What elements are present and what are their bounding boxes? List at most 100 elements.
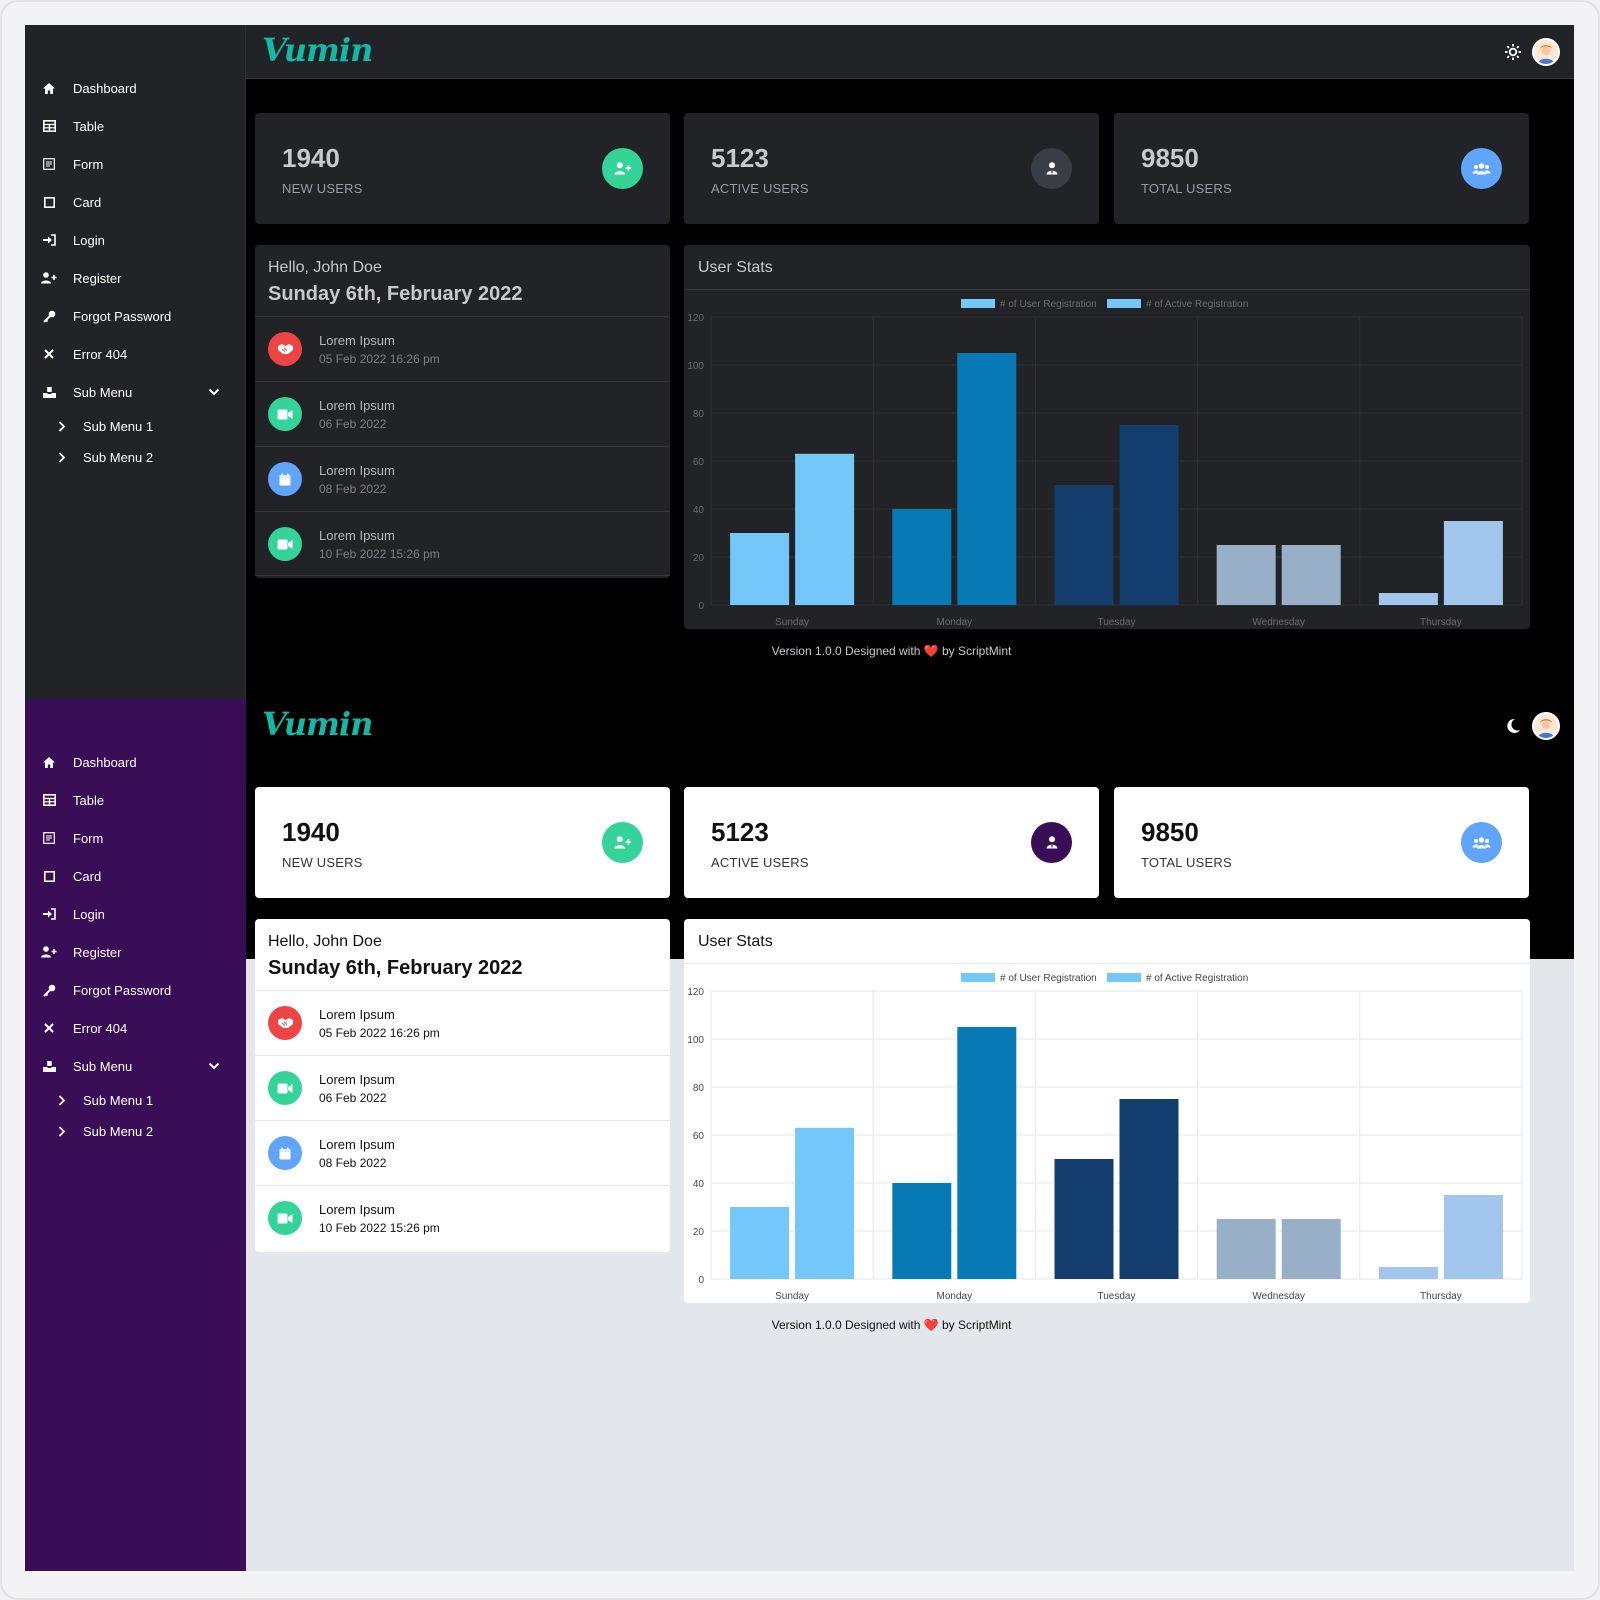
sidebar-item-card[interactable]: Card <box>25 857 246 895</box>
user-stats-chart: # of User Registration # of Active Regist… <box>687 299 1523 628</box>
login-icon <box>41 906 57 922</box>
sidebar-item-forgot-password[interactable]: Forgot Password <box>25 971 246 1009</box>
sidebar-item-table[interactable]: Table <box>25 107 246 145</box>
list-item[interactable]: Lorem Ipsum 06 Feb 2022 <box>255 381 670 446</box>
chart-bar <box>1443 1195 1503 1279</box>
avatar[interactable] <box>1532 38 1560 66</box>
sidebar-item-card[interactable]: Card <box>25 183 246 221</box>
sidebar-item-table[interactable]: Table <box>25 781 246 819</box>
legend-label: # of Active Registration <box>1146 973 1248 984</box>
stat-label: TOTAL USERS <box>1141 181 1232 196</box>
sidebar-item-label: Dashboard <box>73 754 137 770</box>
footer-version: Version 1.0.0 Designed with <box>771 644 924 658</box>
legend-swatch <box>1107 973 1141 982</box>
sidebar-item-form[interactable]: Form <box>25 819 246 857</box>
list-item[interactable]: Lorem Ipsum 08 Feb 2022 <box>255 446 670 511</box>
user-plus-icon <box>41 270 57 286</box>
activity-time: 05 Feb 2022 16:26 pm <box>319 1026 440 1040</box>
sidebar-item-label: Error 404 <box>73 1020 128 1036</box>
sidebar-item-register[interactable]: Register <box>25 259 246 297</box>
sidebar-item-sub-menu[interactable]: Sub Menu <box>25 1047 246 1085</box>
home-icon <box>41 80 57 96</box>
activity-title: Lorem Ipsum <box>319 398 395 413</box>
sun-icon[interactable] <box>1504 43 1522 61</box>
sidebar-item-error-404[interactable]: Error 404 <box>25 1009 246 1047</box>
key-icon <box>41 308 57 324</box>
card-icon <box>41 868 57 884</box>
sidebar-item-login[interactable]: Login <box>25 221 246 259</box>
avatar[interactable] <box>1532 712 1560 740</box>
sidebar-item-label: Login <box>73 906 105 922</box>
sidebar-item-dashboard[interactable]: Dashboard <box>25 69 246 107</box>
video-icon <box>268 1071 302 1105</box>
current-date: Sunday 6th, February 2022 <box>268 957 523 979</box>
sidebar-subitem-2[interactable]: Sub Menu 2 <box>25 442 246 473</box>
form-icon <box>41 156 57 172</box>
chart-bar <box>1054 1159 1114 1279</box>
activity-title: Lorem Ipsum <box>319 1137 395 1152</box>
list-item[interactable]: Lorem Ipsum 08 Feb 2022 <box>255 1120 670 1185</box>
sidebar-item-label: Form <box>73 156 104 172</box>
table-icon <box>41 792 57 808</box>
sidebar-item-form[interactable]: Form <box>25 145 246 183</box>
activity-title: Lorem Ipsum <box>319 528 395 543</box>
chart-bar <box>1119 1099 1179 1279</box>
app-logo[interactable]: Vumin <box>262 705 373 743</box>
user-stats-title: User Stats <box>698 259 773 276</box>
sidebar-item-sub-menu[interactable]: Sub Menu <box>25 373 246 411</box>
sidebar-item-login[interactable]: Login <box>25 895 246 933</box>
sidebar-subitem-2[interactable]: Sub Menu 2 <box>25 1116 246 1147</box>
sidebar-item-label: Register <box>73 944 122 960</box>
stat-card-active-users: 5123 ACTIVE USERS <box>684 113 1099 224</box>
sidebar-item-forgot-password[interactable]: Forgot Password <box>25 297 246 335</box>
greeting: Hello, John Doe <box>268 933 382 950</box>
list-item[interactable]: Lorem Ipsum 05 Feb 2022 16:26 pm <box>255 990 670 1055</box>
legend-label: # of Active Registration <box>1146 299 1248 310</box>
list-item[interactable]: Lorem Ipsum 06 Feb 2022 <box>255 1055 670 1120</box>
activity-time: 06 Feb 2022 <box>319 1091 387 1105</box>
stat-label: NEW USERS <box>282 855 363 870</box>
activity-title: Lorem Ipsum <box>319 1202 395 1217</box>
chevron-right-icon <box>58 452 70 463</box>
list-item[interactable]: Lorem Ipsum 10 Feb 2022 15:26 pm <box>255 1185 670 1250</box>
chart-bar <box>1216 1219 1276 1279</box>
list-item[interactable]: Lorem Ipsum 10 Feb 2022 15:26 pm <box>255 511 670 576</box>
chart-bar <box>957 1027 1017 1279</box>
y-tick-label: 0 <box>698 601 704 612</box>
chevron-down-icon <box>208 1058 220 1073</box>
sidebar-item-label: Form <box>73 830 104 846</box>
sidebar-subitem-1[interactable]: Sub Menu 1 <box>25 411 246 442</box>
activity-time: 08 Feb 2022 <box>319 1156 387 1170</box>
chart-bar <box>957 353 1017 605</box>
sidebar-subitem-1[interactable]: Sub Menu 1 <box>25 1085 246 1116</box>
sidebar-item-label: Table <box>73 118 105 134</box>
chart-bar <box>1054 485 1114 605</box>
close-icon <box>41 346 57 362</box>
login-icon <box>41 232 57 248</box>
sidebar-item-label: Table <box>73 792 105 808</box>
x-tick-label: Sunday <box>775 1291 809 1302</box>
sidebar-subitem-label: Sub Menu 1 <box>83 419 154 434</box>
y-tick-label: 0 <box>698 1275 704 1286</box>
chart-legend: # of User Registration # of Active Regist… <box>961 299 1248 310</box>
x-tick-label: Thursday <box>1420 617 1462 628</box>
chart-bar <box>730 533 790 605</box>
welcome-card: Hello, John Doe Sunday 6th, February 202… <box>255 245 670 578</box>
sidebar: Dashboard Table Form Card Login Register <box>25 25 246 699</box>
sidebar-item-error-404[interactable]: Error 404 <box>25 335 246 373</box>
table-icon <box>41 118 57 134</box>
user-plus-icon <box>602 148 643 189</box>
x-tick-label: Sunday <box>775 617 809 628</box>
sidebar-item-label: Register <box>73 270 122 286</box>
y-tick-label: 100 <box>687 1035 704 1046</box>
sidebar-item-dashboard[interactable]: Dashboard <box>25 743 246 781</box>
chevron-right-icon <box>58 1126 70 1137</box>
sidebar-item-register[interactable]: Register <box>25 933 246 971</box>
moon-icon[interactable] <box>1504 717 1522 735</box>
top-header: Vumin <box>246 699 1574 753</box>
list-item[interactable]: Lorem Ipsum 05 Feb 2022 16:26 pm <box>255 316 670 381</box>
x-tick-label: Tuesday <box>1098 617 1136 628</box>
app-logo[interactable]: Vumin <box>262 31 373 69</box>
activity-time: 10 Feb 2022 15:26 pm <box>319 547 440 561</box>
activity-time: 06 Feb 2022 <box>319 417 387 431</box>
